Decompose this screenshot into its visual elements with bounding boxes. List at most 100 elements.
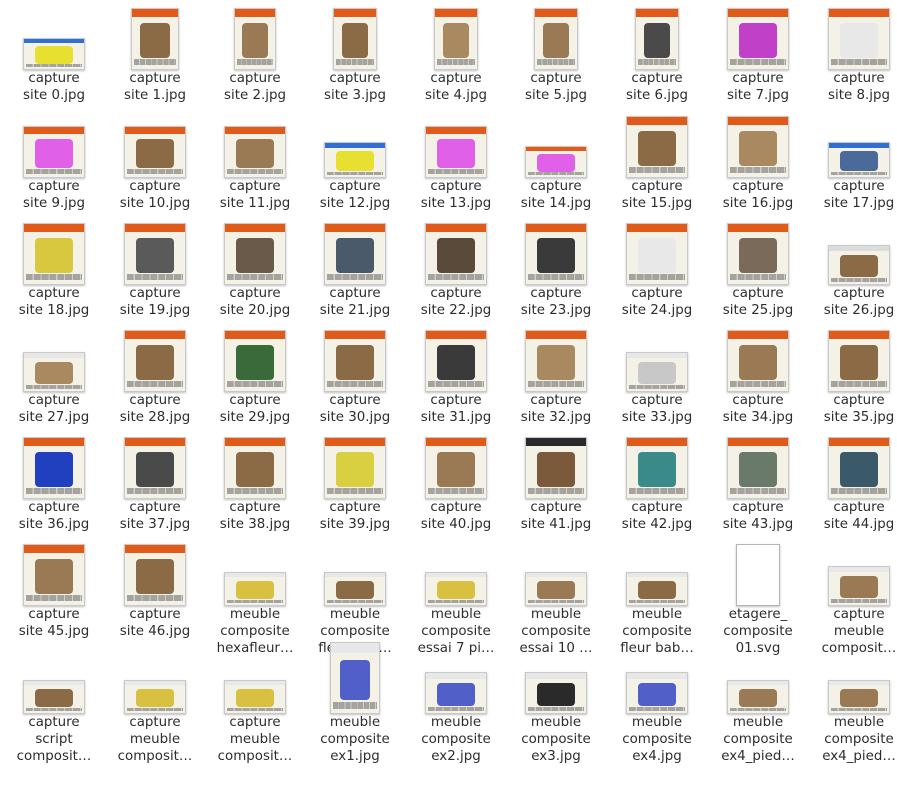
file-item[interactable]: meuble composite essai 10 … xyxy=(506,538,606,656)
file-item[interactable]: meublecompositefleur bab… xyxy=(607,538,707,656)
image-thumbnail[interactable] xyxy=(828,437,890,499)
image-thumbnail[interactable] xyxy=(525,330,587,392)
image-thumbnail[interactable] xyxy=(333,8,377,70)
file-item[interactable]: capture site 42.jpg xyxy=(607,431,707,537)
file-item[interactable]: meuble composite ex3.jpg xyxy=(506,646,606,764)
image-thumbnail[interactable] xyxy=(23,544,85,606)
file-item[interactable]: capture site 3.jpg xyxy=(305,2,405,108)
image-thumbnail[interactable] xyxy=(727,437,789,499)
image-thumbnail[interactable] xyxy=(224,572,286,606)
image-thumbnail[interactable] xyxy=(626,223,688,285)
file-item[interactable]: capture site 4.jpg xyxy=(406,2,506,108)
file-item[interactable]: capture site 13.jpg xyxy=(406,110,506,216)
image-thumbnail[interactable] xyxy=(626,116,688,178)
file-item[interactable]: capture site 0.jpg xyxy=(4,2,104,108)
svg-file-thumbnail[interactable] xyxy=(736,544,780,606)
file-item[interactable]: capture site 18.jpg xyxy=(4,217,104,323)
image-thumbnail[interactable] xyxy=(828,680,890,714)
file-item[interactable]: capture site 40.jpg xyxy=(406,431,506,537)
image-thumbnail[interactable] xyxy=(525,572,587,606)
image-thumbnail[interactable] xyxy=(23,223,85,285)
image-thumbnail[interactable] xyxy=(828,566,890,606)
image-thumbnail[interactable] xyxy=(626,352,688,392)
file-item[interactable]: capture site 19.jpg xyxy=(105,217,205,323)
image-thumbnail[interactable] xyxy=(124,437,186,499)
file-item[interactable]: meuble composite essai 7 pi… xyxy=(406,538,506,656)
image-thumbnail[interactable] xyxy=(727,8,789,70)
image-thumbnail[interactable] xyxy=(635,8,679,70)
image-thumbnail[interactable] xyxy=(324,223,386,285)
file-item[interactable]: capture site 12.jpg xyxy=(305,110,405,216)
file-item[interactable]: capture site 34.jpg xyxy=(708,324,808,430)
file-item[interactable]: capture site 37.jpg xyxy=(105,431,205,537)
file-item[interactable]: capture site 39.jpg xyxy=(305,431,405,537)
file-item[interactable]: capture site 36.jpg xyxy=(4,431,104,537)
file-item[interactable]: meublecompositefleur bab… xyxy=(305,538,405,656)
image-thumbnail[interactable] xyxy=(727,680,789,714)
image-thumbnail[interactable] xyxy=(23,126,85,178)
image-thumbnail[interactable] xyxy=(324,330,386,392)
image-thumbnail[interactable] xyxy=(425,330,487,392)
file-item[interactable]: capture meuble composit… xyxy=(105,646,205,764)
image-thumbnail[interactable] xyxy=(124,680,186,714)
image-thumbnail[interactable] xyxy=(324,572,386,606)
file-item[interactable]: capture site 17.jpg xyxy=(809,110,897,216)
image-thumbnail[interactable] xyxy=(525,223,587,285)
file-item[interactable]: capture site 30.jpg xyxy=(305,324,405,430)
file-item[interactable]: capture site 25.jpg xyxy=(708,217,808,323)
image-thumbnail[interactable] xyxy=(525,672,587,714)
image-thumbnail[interactable] xyxy=(324,142,386,178)
file-item[interactable]: capture site 31.jpg xyxy=(406,324,506,430)
image-thumbnail[interactable] xyxy=(224,437,286,499)
file-item[interactable]: capture site 43.jpg xyxy=(708,431,808,537)
image-thumbnail[interactable] xyxy=(224,223,286,285)
file-item[interactable]: capture site 29.jpg xyxy=(205,324,305,430)
file-item[interactable]: capture site 38.jpg xyxy=(205,431,305,537)
file-item[interactable]: capture site 7.jpg xyxy=(708,2,808,108)
file-item[interactable]: capture meuble composit… xyxy=(205,646,305,764)
image-thumbnail[interactable] xyxy=(224,126,286,178)
image-thumbnail[interactable] xyxy=(525,437,587,499)
file-item[interactable]: capture site 1.jpg xyxy=(105,2,205,108)
image-thumbnail[interactable] xyxy=(23,437,85,499)
image-thumbnail[interactable] xyxy=(525,146,587,178)
file-item[interactable]: capture site 8.jpg xyxy=(809,2,897,108)
file-item[interactable]: capture site 6.jpg xyxy=(607,2,707,108)
image-thumbnail[interactable] xyxy=(727,330,789,392)
file-item[interactable]: etagere_ composite 01.svg xyxy=(708,538,808,656)
file-item[interactable]: meuble composite ex4_pied… xyxy=(809,646,897,764)
image-thumbnail[interactable] xyxy=(828,245,890,285)
image-thumbnail[interactable] xyxy=(124,126,186,178)
file-item[interactable]: capture site 21.jpg xyxy=(305,217,405,323)
file-item[interactable]: capture site 15.jpg xyxy=(607,110,707,216)
file-item[interactable]: meuble composite ex4_pied… xyxy=(708,646,808,764)
file-item[interactable]: capture site 26.jpg xyxy=(809,217,897,323)
image-thumbnail[interactable] xyxy=(330,642,380,714)
image-thumbnail[interactable] xyxy=(534,8,578,70)
image-thumbnail[interactable] xyxy=(828,330,890,392)
image-thumbnail[interactable] xyxy=(425,572,487,606)
image-thumbnail[interactable] xyxy=(124,544,186,606)
file-item[interactable]: meuble composite ex1.jpg xyxy=(305,642,405,764)
file-item[interactable]: meuble composite hexafleur… xyxy=(205,538,305,656)
image-thumbnail[interactable] xyxy=(425,126,487,178)
file-item[interactable]: capture site 24.jpg xyxy=(607,217,707,323)
file-item[interactable]: capture site 46.jpg xyxy=(105,538,205,644)
image-thumbnail[interactable] xyxy=(124,223,186,285)
file-item[interactable]: capture site 45.jpg xyxy=(4,538,104,644)
image-thumbnail[interactable] xyxy=(626,672,688,714)
file-item[interactable]: capture site 5.jpg xyxy=(506,2,606,108)
file-item[interactable]: capture site 27.jpg xyxy=(4,324,104,430)
image-thumbnail[interactable] xyxy=(626,437,688,499)
image-thumbnail[interactable] xyxy=(23,38,85,70)
file-item[interactable]: capture meuble composit… xyxy=(809,538,897,656)
image-thumbnail[interactable] xyxy=(727,223,789,285)
file-item[interactable]: capture site 28.jpg xyxy=(105,324,205,430)
file-item[interactable]: capture site 22.jpg xyxy=(406,217,506,323)
image-thumbnail[interactable] xyxy=(828,8,890,70)
image-thumbnail[interactable] xyxy=(434,8,478,70)
image-thumbnail[interactable] xyxy=(324,437,386,499)
file-item[interactable]: capture site 44.jpg xyxy=(809,431,897,537)
image-thumbnail[interactable] xyxy=(234,8,276,70)
file-item[interactable]: capture site 35.jpg xyxy=(809,324,897,430)
